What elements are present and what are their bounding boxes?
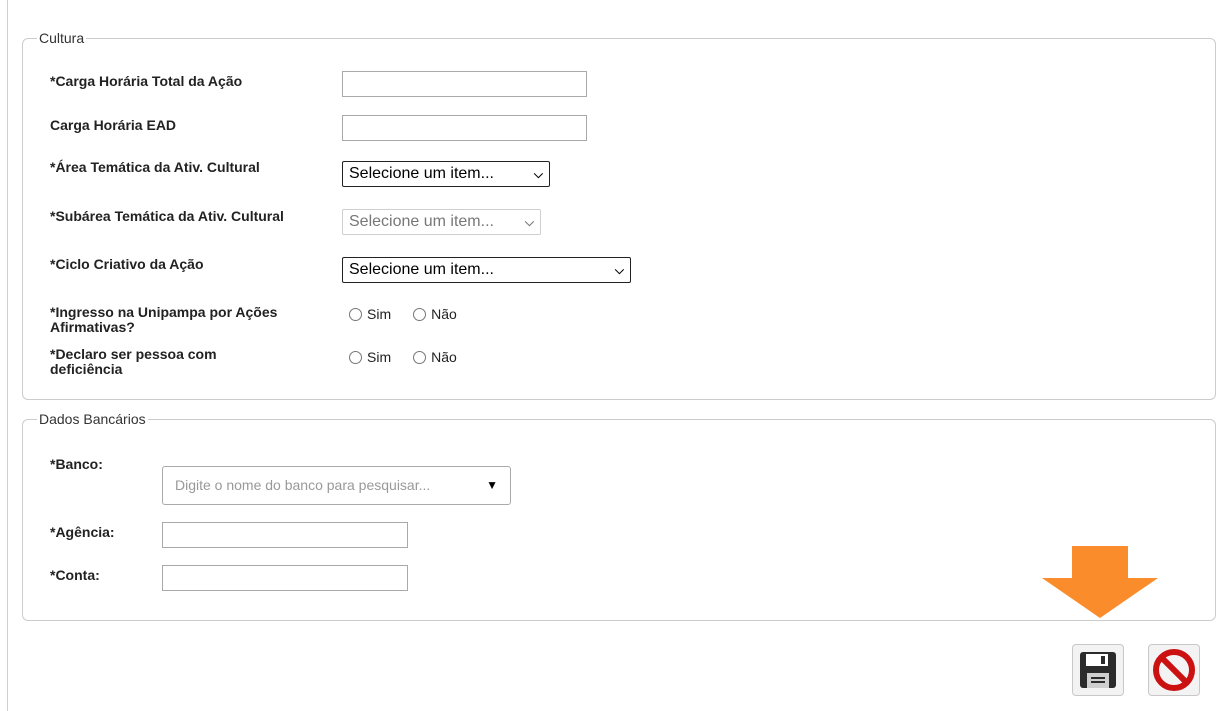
carga-total-input[interactable] bbox=[342, 71, 587, 97]
deficiencia-label: *Declaro ser pessoa com deficiência bbox=[50, 347, 217, 377]
subarea-tematica-selected: Selecione um item... bbox=[349, 213, 494, 230]
ingresso-label-line2: Afirmativas? bbox=[50, 319, 135, 335]
ciclo-criativo-select[interactable]: Selecione um item... ⌵ bbox=[342, 257, 631, 283]
agencia-label: *Agência: bbox=[50, 524, 115, 540]
subarea-tematica-label: *Subárea Temática da Ativ. Cultural bbox=[50, 208, 284, 224]
ciclo-criativo-selected: Selecione um item... bbox=[349, 261, 494, 278]
down-arrow-icon bbox=[1042, 546, 1158, 618]
ingresso-nao-radio[interactable] bbox=[413, 307, 427, 321]
conta-input[interactable] bbox=[162, 565, 408, 591]
chevron-down-icon: ⌵ bbox=[533, 167, 543, 181]
save-button[interactable] bbox=[1072, 644, 1124, 696]
banco-label: *Banco: bbox=[50, 456, 103, 472]
carga-total-label: *Carga Horária Total da Ação bbox=[50, 73, 243, 89]
deficiencia-sim-radio[interactable] bbox=[349, 350, 362, 364]
ingresso-nao-label: Não bbox=[431, 306, 457, 322]
deficiencia-label-line2: deficiência bbox=[50, 361, 123, 377]
left-border bbox=[7, 0, 8, 711]
banco-placeholder: Digite o nome do banco para pesquisar... bbox=[175, 477, 431, 493]
chevron-down-icon: ⌵ bbox=[614, 263, 624, 277]
area-tematica-select[interactable]: Selecione um item... ⌵ bbox=[342, 161, 550, 187]
carga-ead-input[interactable] bbox=[342, 115, 587, 141]
deficiencia-nao-radio[interactable] bbox=[413, 350, 427, 364]
deficiencia-sim-option[interactable]: Sim bbox=[349, 349, 391, 365]
ingresso-label: *Ingresso na Unipampa por Ações Afirmati… bbox=[50, 305, 277, 335]
caret-down-icon: ▼ bbox=[486, 478, 498, 492]
ingresso-sim-radio[interactable] bbox=[349, 307, 362, 321]
deficiencia-label-line1: *Declaro ser pessoa com bbox=[50, 346, 217, 362]
ingresso-sim-label: Sim bbox=[367, 306, 392, 322]
ingresso-nao-option[interactable]: Não bbox=[413, 306, 457, 322]
cancel-button[interactable] bbox=[1148, 644, 1200, 696]
deficiencia-nao-label: Não bbox=[431, 349, 457, 365]
dados-bancarios-legend: Dados Bancários bbox=[39, 411, 146, 427]
floppy-disk-icon bbox=[1080, 652, 1116, 688]
deficiencia-sim-label: Sim bbox=[367, 349, 392, 365]
subarea-tematica-select: Selecione um item... ⌵ bbox=[342, 209, 541, 235]
no-entry-icon bbox=[1153, 649, 1195, 691]
ingresso-radio-group: Sim Não bbox=[349, 306, 479, 322]
area-tematica-label: *Área Temática da Ativ. Cultural bbox=[50, 159, 260, 175]
carga-ead-label: Carga Horária EAD bbox=[50, 117, 177, 133]
ingresso-sim-option[interactable]: Sim bbox=[349, 306, 391, 322]
area-tematica-selected: Selecione um item... bbox=[349, 165, 494, 182]
conta-label: *Conta: bbox=[50, 567, 100, 583]
chevron-down-icon: ⌵ bbox=[524, 215, 534, 229]
cultura-legend: Cultura bbox=[39, 30, 85, 46]
deficiencia-nao-option[interactable]: Não bbox=[413, 349, 457, 365]
ingresso-label-line1: *Ingresso na Unipampa por Ações bbox=[50, 304, 278, 320]
deficiencia-radio-group: Sim Não bbox=[349, 349, 479, 365]
ciclo-criativo-label: *Ciclo Criativo da Ação bbox=[50, 256, 204, 272]
agencia-input[interactable] bbox=[162, 522, 408, 548]
banco-search-select[interactable]: Digite o nome do banco para pesquisar...… bbox=[162, 466, 511, 505]
